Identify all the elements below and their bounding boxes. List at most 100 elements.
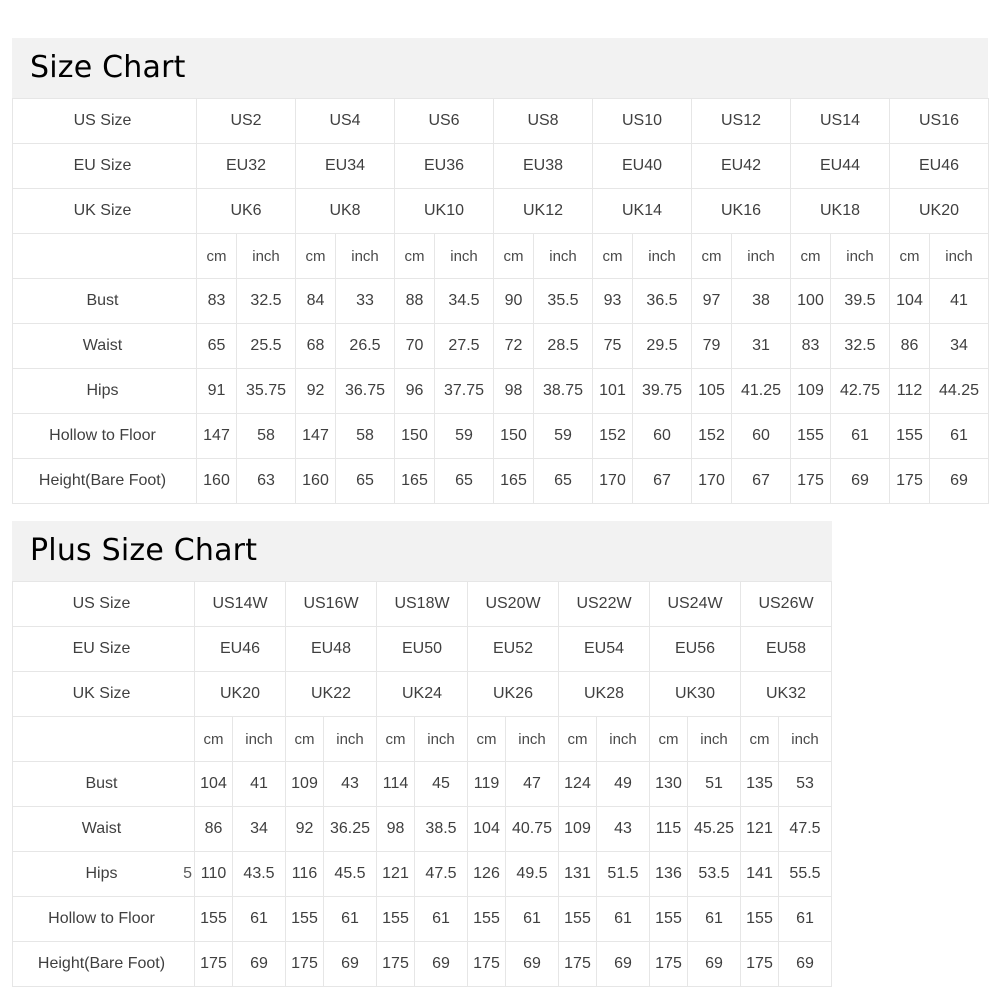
measurement-cm-value: 155 bbox=[558, 896, 597, 942]
measurement-inch-value: 36.25 bbox=[323, 806, 377, 852]
unit-inch-header: inch bbox=[414, 716, 468, 762]
measurement-cm-value: 152 bbox=[691, 413, 732, 459]
measurement-inch-value: 34 bbox=[929, 323, 989, 369]
measurement-inch-value: 65 bbox=[434, 458, 494, 504]
measurement-inch-value: 41.25 bbox=[731, 368, 791, 414]
measurement-cm-value: 110 bbox=[194, 851, 233, 897]
measurement-inch-value: 69 bbox=[929, 458, 989, 504]
table-row: Hips 91 35.75 92 36.75 96 37.75 98 38.75 101 39.75… bbox=[12, 368, 989, 414]
measurement-cm-value: 175 bbox=[285, 941, 324, 987]
measurement-cm-value: 109 bbox=[285, 761, 324, 807]
measurement-cm-value: 155 bbox=[467, 896, 506, 942]
table-row: Hollow to Floor 147 58 147 58 150 59 150 59 152 60… bbox=[12, 413, 989, 459]
measurement-inch-value: 35.5 bbox=[533, 278, 593, 324]
row-label: EU Size bbox=[12, 143, 197, 189]
measurement-cm-value: 170 bbox=[592, 458, 633, 504]
eu-size-cell: EU36 bbox=[394, 143, 494, 189]
measurement-cm-value: 175 bbox=[740, 941, 779, 987]
measurement-inch-value: 69 bbox=[687, 941, 741, 987]
eu-size-cell: EU40 bbox=[592, 143, 692, 189]
measurement-inch-value: 45 bbox=[414, 761, 468, 807]
unit-cm-header: cm bbox=[376, 716, 415, 762]
measurement-inch-value: 47.5 bbox=[414, 851, 468, 897]
unit-cm-header: cm bbox=[790, 233, 831, 279]
measurement-inch-value: 60 bbox=[731, 413, 791, 459]
uk-size-cell: UK26 bbox=[467, 671, 559, 717]
measurement-inch-value: 26.5 bbox=[335, 323, 395, 369]
measurement-cm-value: 119 bbox=[467, 761, 506, 807]
measurement-cm-value: 72 bbox=[493, 323, 534, 369]
eu-size-cell: EU48 bbox=[285, 626, 377, 672]
eu-size-cell: EU32 bbox=[196, 143, 296, 189]
table-row-units: cm inch cm inch cm inch cm inch cm inch cm inch cm in… bbox=[12, 716, 832, 762]
measurement-inch-value: 28.5 bbox=[533, 323, 593, 369]
measurement-inch-value: 69 bbox=[596, 941, 650, 987]
eu-size-cell: EU52 bbox=[467, 626, 559, 672]
table-row: Hollow to Floor 155 61 155 61 155 61 155 61 155 61… bbox=[12, 896, 832, 942]
measurement-cm-value: 155 bbox=[649, 896, 688, 942]
measurement-inch-value: 61 bbox=[323, 896, 377, 942]
measurement-inch-value: 31 bbox=[731, 323, 791, 369]
eu-size-cell: EU38 bbox=[493, 143, 593, 189]
size-chart-title-bar: Size Chart bbox=[12, 38, 988, 98]
us-size-cell: US2 bbox=[196, 98, 296, 144]
measurement-cm-value: 165 bbox=[493, 458, 534, 504]
measurement-inch-value: 69 bbox=[414, 941, 468, 987]
measurement-inch-value: 55.5 bbox=[778, 851, 832, 897]
measurement-cm-value: 75 bbox=[592, 323, 633, 369]
measurement-cm-value: 175 bbox=[376, 941, 415, 987]
measurement-inch-value: 61 bbox=[830, 413, 890, 459]
measurement-cm-value: 96 bbox=[394, 368, 435, 414]
measurement-inch-value: 32.5 bbox=[236, 278, 296, 324]
eu-size-cell: EU42 bbox=[691, 143, 791, 189]
measurement-inch-value: 67 bbox=[731, 458, 791, 504]
uk-size-cell: UK8 bbox=[295, 188, 395, 234]
measurement-cm-value: 112 bbox=[889, 368, 930, 414]
measurement-cm-value: 97 bbox=[691, 278, 732, 324]
unit-inch-header: inch bbox=[687, 716, 741, 762]
size-chart-table: US Size US2 US4 US6 US8 US10 US12 US14 US16 EU Si… bbox=[12, 98, 989, 504]
us-size-cell: US18W bbox=[376, 581, 468, 627]
measurement-cm-value: 109 bbox=[790, 368, 831, 414]
table-row: UK Size UK6 UK8 UK10 UK12 UK14 UK16 UK18 UK20 bbox=[12, 188, 989, 234]
size-chart-block: Size Chart US Size US2 US4 US6 US8 US10 US12 US… bbox=[12, 38, 989, 504]
measurement-cm-value: 147 bbox=[196, 413, 237, 459]
measurement-inch-value: 67 bbox=[632, 458, 692, 504]
plus-size-chart-title-bar: Plus Size Chart bbox=[12, 521, 832, 581]
row-label: Bust bbox=[12, 278, 197, 324]
unit-inch-header: inch bbox=[505, 716, 559, 762]
measurement-cm-value: 121 bbox=[740, 806, 779, 852]
measurement-cm-value: 135 bbox=[740, 761, 779, 807]
table-row: Height(Bare Foot) 175 69 175 69 175 69 175 69 175… bbox=[12, 941, 832, 987]
measurement-cm-value: 155 bbox=[376, 896, 415, 942]
measurement-cm-value: 65 bbox=[196, 323, 237, 369]
us-size-cell: US20W bbox=[467, 581, 559, 627]
measurement-cm-value: 155 bbox=[285, 896, 324, 942]
units-row-blank-label bbox=[12, 716, 195, 762]
measurement-inch-value: 33 bbox=[335, 278, 395, 324]
unit-cm-header: cm bbox=[691, 233, 732, 279]
measurement-inch-value: 61 bbox=[929, 413, 989, 459]
table-row: Bust 83 32.5 84 33 88 34.5 90 35.5 93 36.5 97 38 100 3… bbox=[12, 278, 989, 324]
unit-inch-header: inch bbox=[830, 233, 890, 279]
measurement-inch-value: 53.5 bbox=[687, 851, 741, 897]
row-label: US Size bbox=[12, 581, 195, 627]
table-row: US Size US2 US4 US6 US8 US10 US12 US14 US16 bbox=[12, 98, 989, 144]
measurement-inch-value: 61 bbox=[596, 896, 650, 942]
measurement-inch-value: 45.5 bbox=[323, 851, 377, 897]
measurement-cm-value: 104 bbox=[467, 806, 506, 852]
measurement-inch-value: 69 bbox=[505, 941, 559, 987]
table-row: Hips 5 110 43.5 116 45.5 121 47.5 126 49.5 131 51.5… bbox=[12, 851, 832, 897]
uk-size-cell: UK14 bbox=[592, 188, 692, 234]
measurement-inch-value: 49.5 bbox=[505, 851, 559, 897]
measurement-cm-value: 152 bbox=[592, 413, 633, 459]
uk-size-cell: UK18 bbox=[790, 188, 890, 234]
measurement-cm-value: 175 bbox=[558, 941, 597, 987]
units-row-blank-label bbox=[12, 233, 197, 279]
table-row: EU Size EU32 EU34 EU36 EU38 EU40 EU42 EU44 EU46 bbox=[12, 143, 989, 189]
page-title: Size Chart bbox=[30, 50, 186, 85]
unit-cm-header: cm bbox=[196, 233, 237, 279]
measurement-cm-value: 130 bbox=[649, 761, 688, 807]
measurement-inch-value: 41 bbox=[232, 761, 286, 807]
measurement-cm-value: 115 bbox=[649, 806, 688, 852]
